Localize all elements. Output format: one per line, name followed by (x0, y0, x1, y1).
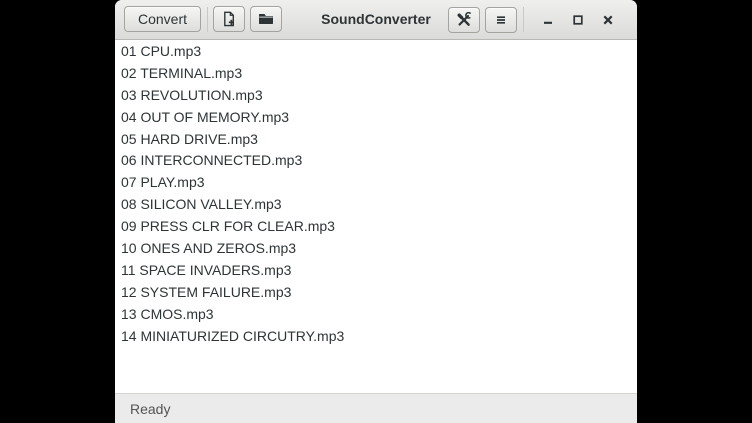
folder-icon (258, 11, 274, 27)
list-item[interactable]: 06 INTERCONNECTED.mp3 (115, 150, 637, 172)
list-item[interactable]: 14 MINIATURIZED CIRCUTRY.mp3 (115, 326, 637, 348)
convert-button[interactable]: Convert (124, 6, 201, 32)
list-item[interactable]: 08 SILICON VALLEY.mp3 (115, 194, 637, 216)
window-minimize-icon (540, 12, 556, 28)
list-item[interactable]: 09 PRESS CLR FOR CLEAR.mp3 (115, 216, 637, 238)
header-separator (207, 7, 208, 32)
desktop-background: Convert (0, 0, 752, 423)
headerbar: Convert (115, 0, 637, 40)
preferences-tools-icon (456, 12, 472, 28)
list-item[interactable]: 01 CPU.mp3 (115, 41, 637, 63)
list-item[interactable]: 11 SPACE INVADERS.mp3 (115, 260, 637, 282)
add-folder-button[interactable] (250, 6, 282, 32)
list-item[interactable]: 04 OUT OF MEMORY.mp3 (115, 107, 637, 129)
close-button[interactable] (596, 8, 620, 32)
add-file-icon (221, 11, 237, 27)
status-bar: Ready (115, 393, 637, 423)
hamburger-menu-icon (493, 12, 509, 28)
minimize-button[interactable] (536, 8, 560, 32)
list-item[interactable]: 10 ONES AND ZEROS.mp3 (115, 238, 637, 260)
list-item[interactable]: 12 SYSTEM FAILURE.mp3 (115, 282, 637, 304)
maximize-button[interactable] (566, 8, 590, 32)
list-item[interactable]: 13 CMOS.mp3 (115, 304, 637, 326)
window-close-icon (600, 12, 616, 28)
window-maximize-icon (570, 12, 586, 28)
list-item[interactable]: 03 REVOLUTION.mp3 (115, 85, 637, 107)
menu-button[interactable] (485, 7, 517, 33)
list-item[interactable]: 02 TERMINAL.mp3 (115, 63, 637, 85)
file-list: 01 CPU.mp3 02 TERMINAL.mp3 03 REVOLUTION… (115, 40, 637, 393)
list-item[interactable]: 05 HARD DRIVE.mp3 (115, 129, 637, 151)
window-controls-separator (523, 7, 524, 32)
headerbar-left-group: Convert (124, 6, 282, 32)
headerbar-right-group (448, 0, 637, 39)
status-text: Ready (130, 401, 170, 417)
list-item[interactable]: 07 PLAY.mp3 (115, 172, 637, 194)
soundconverter-window: Convert (115, 0, 637, 423)
preferences-button[interactable] (448, 7, 480, 33)
add-file-button[interactable] (213, 6, 245, 32)
